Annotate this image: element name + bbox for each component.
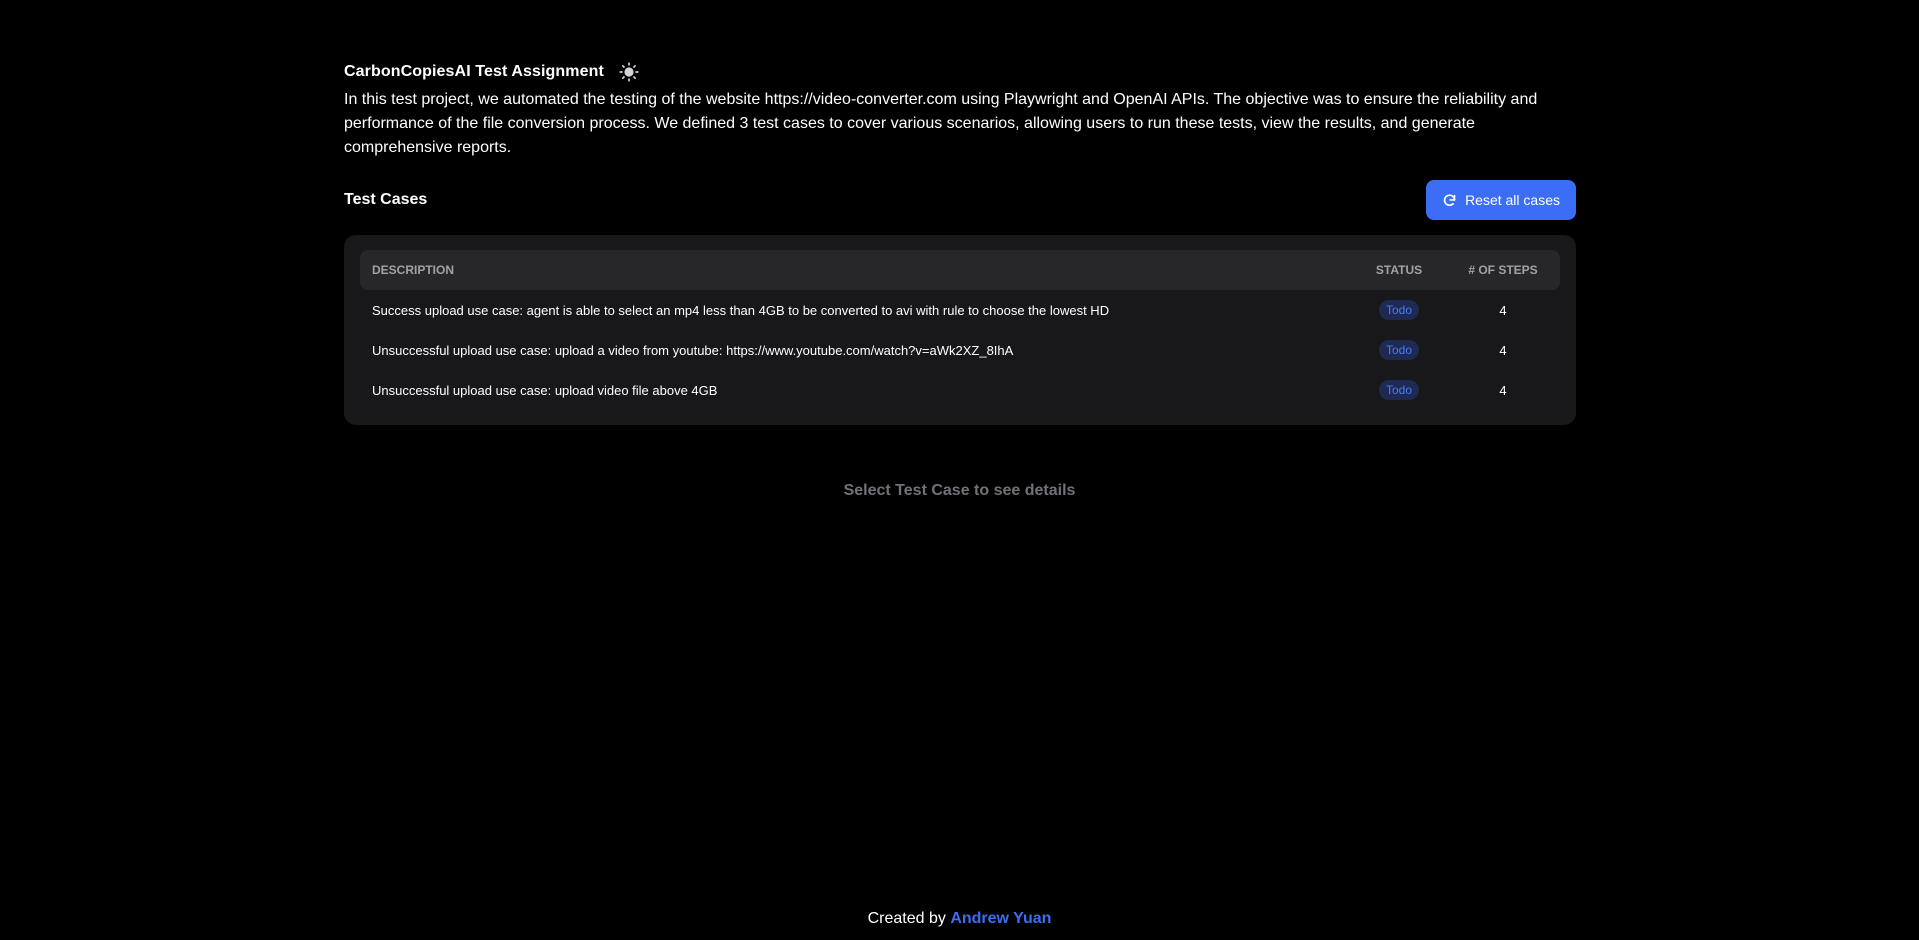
status-badge: Todo	[1378, 340, 1420, 360]
test-cases-table: DESCRIPTION STATUS # OF STEPS Success up…	[360, 250, 1560, 410]
row-description: Success upload use case: agent is able t…	[372, 302, 1110, 318]
table-row[interactable]: Unsuccessful upload use case: upload a v…	[360, 330, 1560, 370]
row-steps: 4	[1499, 382, 1507, 398]
test-cases-header: Test Cases Reset all cases	[344, 180, 1576, 220]
row-description: Unsuccessful upload use case: upload vid…	[372, 382, 718, 398]
intro-text: In this test project, we automated the t…	[344, 91, 1538, 156]
sun-icon	[619, 62, 639, 82]
table-row[interactable]: Unsuccessful upload use case: upload vid…	[360, 370, 1560, 410]
main-container: CarbonCopiesAI Test Assignment In this t…	[344, 58, 1576, 425]
status-badge: Todo	[1378, 300, 1420, 320]
theme-toggle-button[interactable]	[618, 61, 640, 83]
author-link[interactable]: Andrew Yuan	[950, 910, 1051, 927]
column-header-description: DESCRIPTION	[360, 250, 1352, 290]
table-header-row: DESCRIPTION STATUS # OF STEPS	[360, 250, 1560, 290]
row-steps: 4	[1499, 342, 1507, 358]
row-description: Unsuccessful upload use case: upload a v…	[372, 342, 1014, 358]
reset-all-cases-button[interactable]: Reset all cases	[1426, 180, 1576, 220]
header: CarbonCopiesAI Test Assignment	[344, 58, 1576, 86]
row-steps: 4	[1499, 302, 1507, 318]
empty-state-message: Select Test Case to see details	[843, 482, 1076, 499]
footer: Created by Andrew Yuan	[0, 910, 1919, 928]
footer-prefix: Created by	[867, 910, 946, 927]
column-header-status: STATUS	[1352, 250, 1446, 290]
column-header-steps: # OF STEPS	[1446, 250, 1560, 290]
test-cases-table-card: DESCRIPTION STATUS # OF STEPS Success up…	[344, 235, 1576, 425]
status-badge: Todo	[1378, 380, 1420, 400]
page-title: CarbonCopiesAI Test Assignment	[344, 63, 604, 80]
test-cases-title: Test Cases	[344, 191, 428, 208]
reset-button-label: Reset all cases	[1465, 192, 1560, 208]
refresh-icon	[1443, 193, 1456, 206]
table-row[interactable]: Success upload use case: agent is able t…	[360, 290, 1560, 330]
